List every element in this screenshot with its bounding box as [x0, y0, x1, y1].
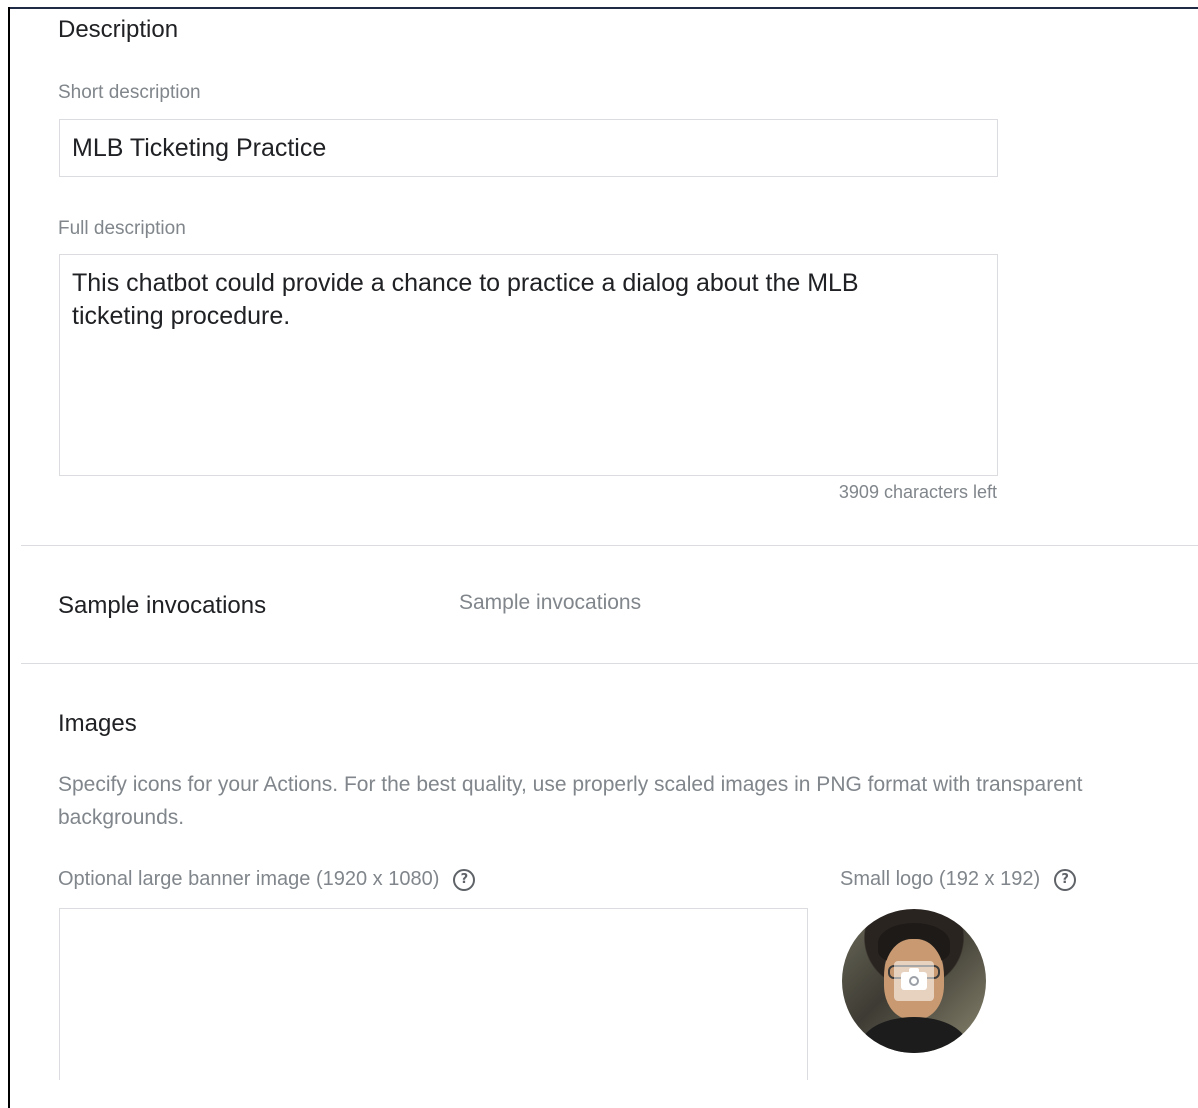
- characters-left-counter: 3909 characters left: [838, 482, 997, 502]
- short-description-value: MLB Ticketing Practice: [72, 133, 327, 162]
- short-description-input[interactable]: MLB Ticketing Practice: [59, 119, 998, 177]
- sample-invocations-heading: Sample invocations: [58, 592, 267, 619]
- frame-left-border: [8, 7, 10, 1108]
- images-heading: Images: [58, 710, 137, 737]
- frame-top-border: [8, 7, 1198, 9]
- avatar-shirt: [860, 1017, 968, 1053]
- images-description: Specify icons for your Actions. For the …: [58, 773, 1083, 829]
- logo-label-row: Small logo (192 x 192) ?: [840, 868, 1077, 891]
- small-logo-label: Small logo (192 x 192): [840, 868, 1041, 890]
- divider: [21, 663, 1198, 664]
- page-frame: Description Short description MLB Ticket…: [0, 0, 1198, 1108]
- banner-image-label: Optional large banner image (1920 x 1080…: [58, 868, 440, 890]
- full-description-label: Full description: [58, 218, 186, 239]
- divider: [21, 545, 1198, 546]
- camera-lens: [909, 976, 919, 986]
- short-description-label: Short description: [58, 82, 201, 103]
- help-circle-icon[interactable]: ?: [453, 868, 476, 891]
- camera-top: [909, 968, 919, 973]
- small-logo-avatar[interactable]: [842, 909, 986, 1053]
- camera-icon[interactable]: [894, 961, 934, 1001]
- description-heading: Description: [58, 16, 179, 43]
- banner-label-row: Optional large banner image (1920 x 1080…: [58, 868, 476, 891]
- camera-body: [901, 968, 927, 990]
- sample-invocations-input[interactable]: Sample invocations: [459, 591, 641, 615]
- banner-image-dropzone[interactable]: [59, 908, 808, 1080]
- full-description-textarea[interactable]: This chatbot could provide a chance to p…: [59, 254, 998, 476]
- help-circle-icon[interactable]: ?: [1054, 868, 1077, 891]
